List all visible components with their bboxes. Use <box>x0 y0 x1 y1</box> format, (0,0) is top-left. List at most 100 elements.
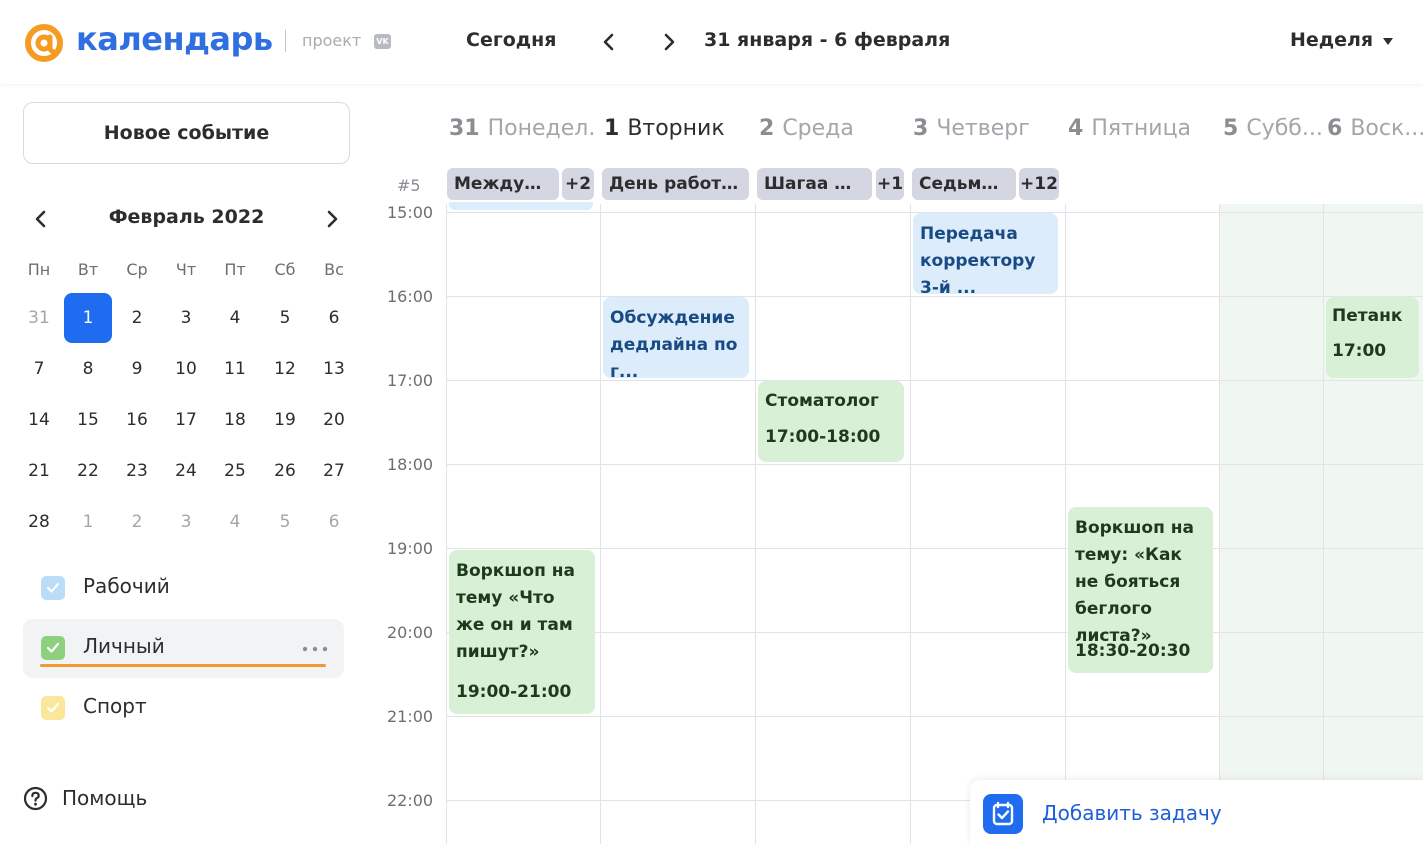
event-title: Петанк <box>1332 306 1403 326</box>
day-header-fri[interactable]: 4 Пятница <box>1068 116 1214 141</box>
mini-cal-weekday: Пт <box>224 260 246 279</box>
mini-cal-day[interactable]: 3 <box>162 293 210 343</box>
mini-cal-day[interactable]: 28 <box>15 497 63 547</box>
check-icon <box>46 642 60 653</box>
event-continued-stub[interactable] <box>449 202 593 210</box>
mini-cal-day[interactable]: 16 <box>113 395 161 445</box>
mini-cal-day[interactable]: 18 <box>211 395 259 445</box>
time-label: 22:00 <box>387 791 434 810</box>
next-week-icon[interactable] <box>658 30 680 54</box>
allday-more-chip[interactable]: +12 <box>1019 168 1059 200</box>
mini-cal-weekday: Сб <box>274 260 296 279</box>
event-time: 19:00-21:00 <box>456 682 572 702</box>
time-label: 15:00 <box>387 203 434 222</box>
day-header-thu[interactable]: 3 Четверг <box>913 116 1059 141</box>
mini-cal-weekday: Ср <box>126 260 148 279</box>
event-workshop-monday[interactable]: Воркшоп на тему «Что же он и там пишут?»… <box>449 550 595 714</box>
mini-cal-day[interactable]: 1 <box>64 497 112 547</box>
mini-cal-day[interactable]: 5 <box>261 497 309 547</box>
calendar-color-underline <box>40 664 326 667</box>
mini-cal-day[interactable]: 2 <box>113 293 161 343</box>
view-select[interactable]: Неделя <box>1290 29 1373 51</box>
check-icon <box>46 582 60 593</box>
mini-cal-day[interactable]: 23 <box>113 446 161 496</box>
mini-cal-day[interactable]: 31 <box>15 293 63 343</box>
calendar-item-sport[interactable]: Спорт <box>23 679 344 738</box>
check-icon <box>46 702 60 713</box>
mini-cal-day[interactable]: 5 <box>261 293 309 343</box>
time-label: 18:00 <box>387 455 434 474</box>
hour-gridline <box>446 716 1423 717</box>
event-title: Стоматолог <box>765 391 879 411</box>
event-title: Обсуждение дедлайна по г... <box>610 308 738 378</box>
mini-cal-weekday: Пн <box>27 260 51 279</box>
mini-cal-day[interactable]: 4 <box>211 293 259 343</box>
mini-cal-day[interactable]: 10 <box>162 344 210 394</box>
vk-icon: VK <box>374 34 391 49</box>
mini-cal-day[interactable]: 14 <box>15 395 63 445</box>
allday-event-chip[interactable]: Седьма... <box>912 168 1016 200</box>
mini-cal-day[interactable]: 17 <box>162 395 210 445</box>
checkbox-sport[interactable] <box>41 696 65 720</box>
mini-cal-day[interactable]: 24 <box>162 446 210 496</box>
mini-cal-day[interactable]: 27 <box>310 446 358 496</box>
caret-down-icon[interactable] <box>1383 38 1393 45</box>
checkbox-work[interactable] <box>41 576 65 600</box>
allday-event-chip[interactable]: Шагаа — ... <box>757 168 872 200</box>
event-dentist[interactable]: Стоматолог 17:00-18:00 <box>758 381 904 462</box>
today-button[interactable]: Сегодня <box>466 29 556 51</box>
day-header-tue[interactable]: 1 Вторник <box>604 116 750 141</box>
mini-cal-title: Февраль 2022 <box>108 206 265 228</box>
checkbox-personal[interactable] <box>41 636 65 660</box>
mini-cal-day[interactable]: 2 <box>113 497 161 547</box>
mini-cal-day[interactable]: 3 <box>162 497 210 547</box>
mini-cal-day[interactable]: 22 <box>64 446 112 496</box>
mini-cal-day[interactable]: 6 <box>310 293 358 343</box>
event-time: 17:00 <box>1332 341 1387 361</box>
event-workshop-friday[interactable]: Воркшоп на тему: «Как не бояться беглого… <box>1068 507 1213 673</box>
mini-cal-day[interactable]: 13 <box>310 344 358 394</box>
allday-more-chip[interactable]: +2 <box>562 168 594 200</box>
mini-cal-day[interactable]: 12 <box>261 344 309 394</box>
week-number: #5 <box>397 176 421 195</box>
allday-event-chip[interactable]: Междуна... <box>447 168 559 200</box>
time-label: 20:00 <box>387 623 434 642</box>
mini-cal-day[interactable]: 21 <box>15 446 63 496</box>
calendar-item-work[interactable]: Рабочий <box>23 559 344 618</box>
mini-cal-day[interactable]: 25 <box>211 446 259 496</box>
mini-cal-day[interactable]: 8 <box>64 344 112 394</box>
mini-cal-day[interactable]: 20 <box>310 395 358 445</box>
event-discussion[interactable]: Обсуждение дедлайна по г... <box>603 297 749 378</box>
add-task-button[interactable]: Добавить задачу <box>970 780 1423 844</box>
mini-cal-day[interactable]: 6 <box>310 497 358 547</box>
mini-cal-day[interactable]: 19 <box>261 395 309 445</box>
mini-cal-prev-icon[interactable] <box>31 207 51 231</box>
day-column-divider <box>446 204 447 844</box>
day-column-divider <box>1219 204 1220 844</box>
mini-cal-day[interactable]: 4 <box>211 497 259 547</box>
more-options-icon[interactable] <box>302 646 328 652</box>
mini-cal-day[interactable]: 7 <box>15 344 63 394</box>
mini-cal-day[interactable]: 1 <box>64 293 112 343</box>
calendar-item-personal[interactable]: Личный <box>23 619 344 678</box>
mini-cal-next-icon[interactable] <box>322 207 342 231</box>
logo-wordmark[interactable]: календарь <box>76 20 273 58</box>
mini-cal-day[interactable]: 26 <box>261 446 309 496</box>
event-transfer[interactable]: Передача корректору 3-й ... <box>913 213 1058 294</box>
mini-cal-day[interactable]: 9 <box>113 344 161 394</box>
day-column-divider <box>600 204 601 844</box>
day-header-sun[interactable]: 6 Воск... <box>1327 116 1423 141</box>
event-time: 18:30-20:30 <box>1075 641 1191 661</box>
day-header-wed[interactable]: 2 Среда <box>759 116 905 141</box>
help-link[interactable]: Помощь <box>23 786 223 812</box>
new-event-button[interactable]: Новое событие <box>23 102 350 164</box>
allday-event-chip[interactable]: День работн... <box>602 168 749 200</box>
prev-week-icon[interactable] <box>598 30 620 54</box>
day-header-mon[interactable]: 31Понедел... <box>449 116 595 141</box>
mini-cal-day[interactable]: 11 <box>211 344 259 394</box>
event-petanque[interactable]: Петанк 17:00 <box>1326 297 1419 378</box>
allday-more-chip[interactable]: +1 <box>876 168 904 200</box>
hour-gridline <box>446 464 1423 465</box>
day-header-sat[interactable]: 5 Субб... <box>1223 116 1323 141</box>
mini-cal-day[interactable]: 15 <box>64 395 112 445</box>
